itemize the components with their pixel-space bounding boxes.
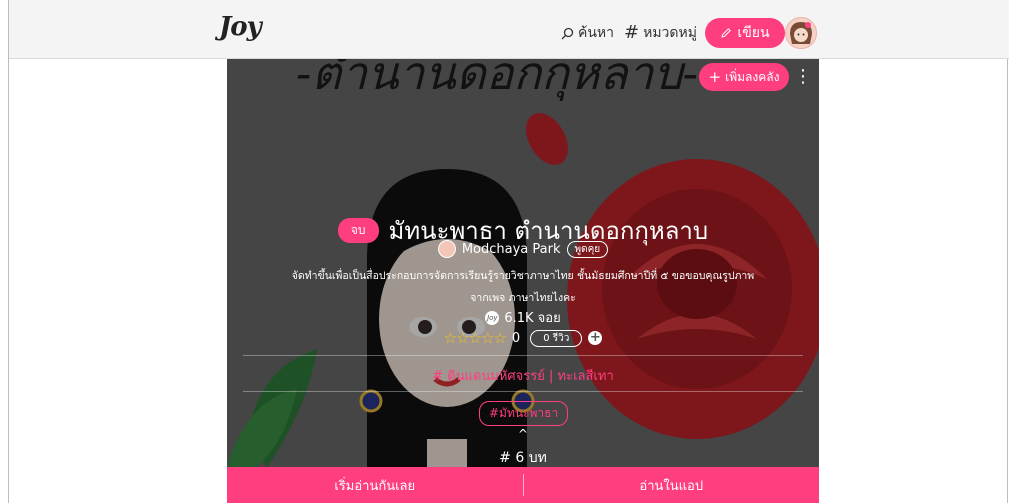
divider-top [243,355,803,356]
pencil-icon [721,28,732,38]
page-frame: Joy ค้นหา # หมวดหมู่ เขียน -ตำนานดอกกุหล… [8,0,1009,503]
description-line-1: จัดทำขึ้นเพื่อเป็นสื่อประกอบการจัดการเรี… [291,270,755,282]
joy-logo[interactable]: Joy [219,12,262,42]
plus-icon: + [708,68,722,86]
add-shelf-label: เพิ่มลงคลัง [725,69,780,84]
joy-count: 6.1K จอย [504,311,561,326]
divider-bottom [243,391,803,392]
rating-row: ☆☆☆☆☆ 0 0 รีวิว + [227,329,819,347]
tag-chip[interactable]: #มัทนะพาธา [479,401,569,426]
author-avatar[interactable] [437,240,456,258]
read-in-app-button[interactable]: อ่านในแอป [524,475,820,496]
description-line-2: จากเพจ ภาษาไทยไงคะ [470,292,576,304]
user-avatar[interactable] [785,17,817,49]
reviews-button[interactable]: 0 รีวิว [530,329,583,347]
category-label: หมวดหมู่ [643,25,697,41]
hash-icon: # [624,22,640,43]
top-nav-bar: Joy ค้นหา # หมวดหมู่ เขียน [9,0,1009,59]
start-reading-button[interactable]: เริ่มอ่านกันเลย [227,475,523,496]
category-link[interactable]: # หมวดหมู่ [624,22,697,44]
write-button[interactable]: เขียน [705,18,785,48]
avatar-image [786,18,816,48]
episode-count: # 6 บท [499,450,547,466]
story-description: จัดทำขึ้นเพื่อเป็นสื่อประกอบการจัดการเรี… [263,265,783,309]
chevron-up-icon[interactable]: ^ [227,427,819,441]
search-icon [561,27,574,39]
add-review-icon[interactable]: + [588,331,603,345]
talk-button[interactable]: พูดคุย [566,240,609,258]
more-options-icon[interactable]: ⋮ [794,67,812,87]
write-label: เขียน [737,25,770,41]
author-row: Modchaya Park พูดคุย [227,240,819,258]
joy-icon: Joy [485,310,500,325]
search-link[interactable]: ค้นหา [561,22,614,44]
author-name[interactable]: Modchaya Park [462,242,561,257]
joy-count-row: Joy 6.1K จอย [227,307,819,328]
search-label: ค้นหา [578,25,615,41]
rating-value: 0 [511,330,521,346]
star-rating[interactable]: ☆☆☆☆☆ [444,329,507,347]
story-hero: -ตำนานดอกกุหลาบ- + เพิ่มลงคลัง ⋮ จบ มัทน… [227,59,819,467]
add-to-shelf-button[interactable]: + เพิ่มลงคลัง [699,63,789,91]
bottom-action-bar: เริ่มอ่านกันเลย อ่านในแอป [227,467,819,503]
category-links[interactable]: # ดินแดนมหัศจรรย์ | ทะเลสีเทา [227,365,819,386]
